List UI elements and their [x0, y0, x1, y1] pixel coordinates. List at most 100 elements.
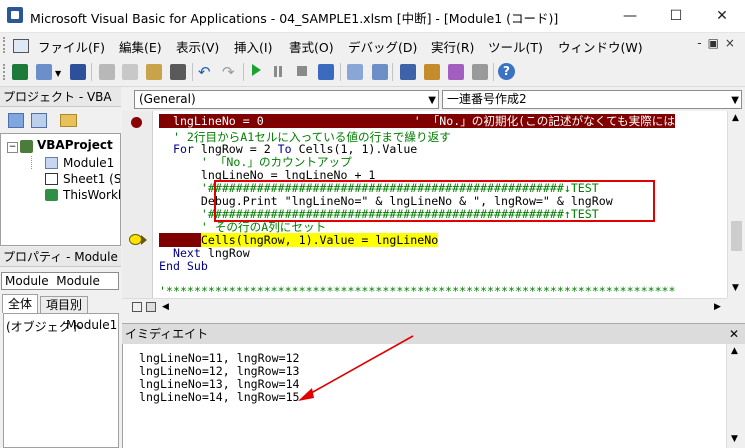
reset-icon[interactable] — [297, 66, 307, 76]
chevron-down-icon[interactable]: ▼ — [55, 69, 61, 78]
code-line-1[interactable]: lngLineNo = 0 ' 「No.」の初期化(この記述がなくても実際には — [159, 113, 675, 129]
find-icon[interactable] — [170, 64, 186, 80]
properties-grid: (オブジェクト Module1 — [3, 313, 119, 448]
mdi-window-controls[interactable]: -▣× — [697, 36, 741, 50]
workbook-icon — [45, 189, 58, 201]
window-title: Microsoft Visual Basic for Applications … — [30, 11, 559, 26]
save-icon[interactable] — [70, 64, 86, 80]
maximize-button[interactable]: ☐ — [653, 0, 699, 32]
immediate-line[interactable]: lngLineNo=13, lngRow=14 — [139, 378, 300, 390]
menu-file[interactable]: ファイル(F) — [38, 37, 105, 56]
procedure-combo-value: 一連番号作成2 — [447, 92, 527, 106]
menu-edit[interactable]: 編集(E) — [119, 37, 162, 56]
object-combo-value: (General) — [139, 92, 196, 106]
menu-insert[interactable]: 挿入(I) — [234, 37, 272, 56]
breakpoint-comment: ' 「No.」の初期化(この記述がなくても実際には — [413, 114, 675, 128]
menu-window[interactable]: ウィンドウ(W) — [558, 37, 643, 56]
module-icon[interactable] — [13, 39, 29, 53]
procedure-combo[interactable]: 一連番号作成2 ▼ — [442, 90, 742, 109]
immediate-line[interactable]: lngLineNo=12, lngRow=13 — [139, 365, 300, 377]
break-icon[interactable] — [274, 66, 277, 77]
procedure-view-icon[interactable] — [132, 302, 142, 312]
toolbar-separator — [243, 63, 244, 81]
tab-alphabetic[interactable]: 全体 — [2, 294, 38, 313]
tools-icon[interactable] — [472, 64, 488, 80]
vba-app-icon — [7, 7, 23, 23]
run-icon[interactable] — [252, 64, 261, 76]
immediate-line[interactable]: lngLineNo=14, lngRow=15 — [139, 391, 300, 403]
properties-pane-title: プロパティ - Module — [0, 247, 121, 267]
code-horizontal-scrollbar[interactable]: ◀ ▶ — [122, 298, 727, 317]
scroll-right-icon[interactable]: ▶ — [714, 302, 721, 312]
scroll-down-icon[interactable]: ▼ — [732, 283, 739, 293]
close-button[interactable]: ✕ — [699, 0, 745, 32]
cut-icon[interactable] — [99, 64, 115, 80]
menu-run[interactable]: 実行(R) — [431, 37, 474, 56]
insert-form-icon[interactable] — [36, 64, 52, 80]
property-value[interactable]: Module1 — [66, 318, 117, 332]
tab-categorized[interactable]: 項目別 — [40, 296, 88, 313]
excel-icon[interactable] — [12, 64, 28, 80]
scroll-up-icon[interactable]: ▲ — [731, 346, 738, 356]
immediate-line[interactable]: lngLineNo=11, lngRow=12 — [139, 352, 300, 364]
immediate-window[interactable]: lngLineNo=11, lngRow=12 lngLineNo=12, ln… — [122, 344, 727, 448]
menu-view[interactable]: 表示(V) — [176, 37, 219, 56]
code-margin[interactable] — [122, 111, 153, 298]
scroll-thumb[interactable] — [731, 221, 742, 251]
tree-item-module1[interactable]: Module1 — [63, 156, 114, 170]
close-icon[interactable]: ✕ — [729, 324, 739, 345]
undo-icon[interactable]: ↶ — [198, 63, 211, 81]
vba-project-icon — [20, 140, 33, 153]
menu-bar: ファイル(F) 編集(E) 表示(V) 挿入(I) 書式(O) デバッグ(D) … — [0, 33, 745, 57]
redo-icon[interactable]: ↷ — [222, 63, 235, 81]
tree-root-vbaproject[interactable]: VBAProject — [37, 138, 113, 152]
object-combo[interactable]: (General) ▼ — [134, 90, 439, 109]
code-line-12[interactable]: End Sub — [159, 258, 208, 274]
chevron-down-icon[interactable]: ▼ — [428, 92, 436, 109]
controls-icon[interactable] — [448, 64, 464, 80]
immediate-scrollbar[interactable]: ▲ ▼ — [726, 344, 745, 448]
toolbar-grip[interactable] — [3, 64, 9, 80]
tree-item-sheet1[interactable]: Sheet1 (Sh — [63, 172, 120, 186]
code-vertical-scrollbar[interactable]: ▲ ▼ — [727, 111, 745, 298]
toolbar-separator — [192, 63, 193, 81]
toolbar-separator — [392, 63, 393, 81]
immediate-title: イミディエイト — [125, 327, 209, 341]
properties-icon[interactable] — [372, 64, 388, 80]
menu-debug[interactable]: デバッグ(D) — [348, 37, 417, 56]
full-module-view-icon[interactable] — [146, 302, 156, 312]
menu-grip[interactable] — [3, 37, 9, 53]
next-var: lngRow — [207, 246, 250, 260]
object-browser-icon[interactable] — [400, 64, 416, 80]
object-select[interactable]: Module Module — [1, 272, 119, 290]
collapse-icon[interactable]: − — [7, 142, 18, 153]
chevron-down-icon[interactable]: ▼ — [731, 92, 739, 109]
execution-arrow-icon — [141, 235, 147, 245]
project-tree: − VBAProject Module1 Sheet1 (Sh ThisWork… — [0, 133, 121, 246]
design-mode-icon[interactable] — [318, 64, 334, 80]
standard-toolbar: ▼ ↶ ↷ ? — [0, 58, 745, 87]
toolbar-separator — [340, 63, 341, 81]
scroll-down-icon[interactable]: ▼ — [731, 434, 738, 444]
code-line-13[interactable]: '***************************************… — [159, 283, 676, 298]
copy-icon[interactable] — [122, 64, 138, 80]
view-code-icon[interactable] — [8, 113, 24, 128]
paste-icon[interactable] — [146, 64, 162, 80]
title-bar: Microsoft Visual Basic for Applications … — [0, 0, 745, 33]
project-explorer-icon[interactable] — [347, 64, 363, 80]
immediate-title-bar: イミディエイト ✕ — [122, 323, 745, 345]
view-object-icon[interactable] — [31, 113, 47, 128]
menu-tools[interactable]: ツール(T) — [488, 37, 543, 56]
help-icon[interactable]: ? — [498, 63, 515, 80]
annotation-arrow-icon — [298, 335, 414, 401]
scroll-up-icon[interactable]: ▲ — [732, 113, 739, 123]
minimize-button[interactable]: — — [607, 0, 653, 32]
menu-format[interactable]: 書式(O) — [289, 37, 334, 56]
toolbox-icon[interactable] — [424, 64, 440, 80]
toolbar-separator — [493, 63, 494, 81]
project-pane-title: プロジェクト - VBA — [0, 87, 121, 107]
breakpoint-icon[interactable] — [131, 117, 142, 128]
tree-item-thisworkbook[interactable]: ThisWorkb — [63, 188, 120, 202]
toggle-folders-icon[interactable] — [60, 114, 77, 127]
scroll-left-icon[interactable]: ◀ — [162, 302, 169, 312]
